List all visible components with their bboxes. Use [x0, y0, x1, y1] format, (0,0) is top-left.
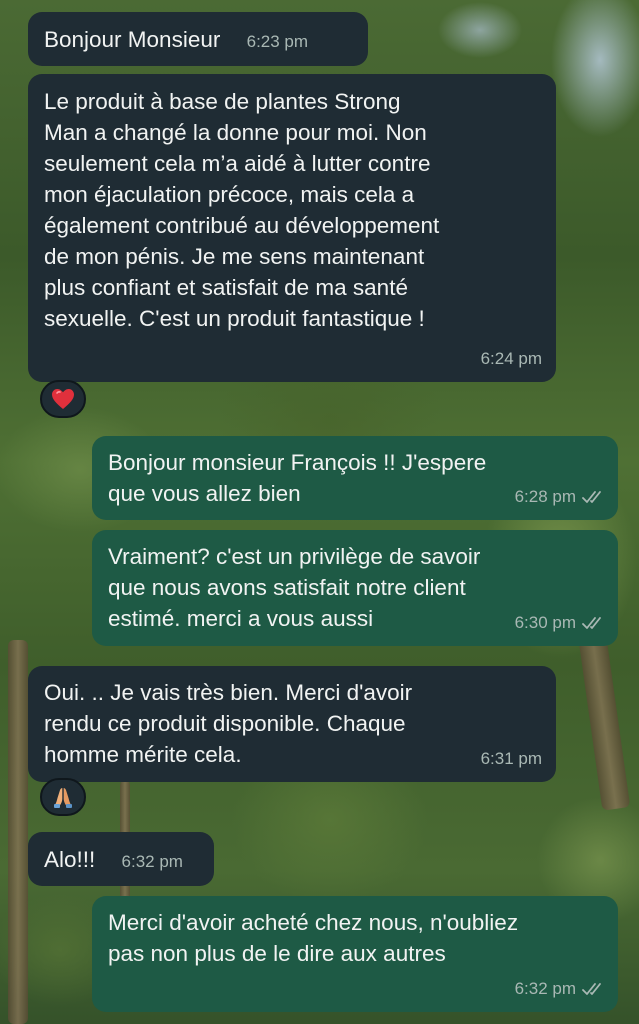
message-bubble-incoming[interactable]: Bonjour Monsieur 6:23 pm: [28, 12, 368, 66]
read-ticks-icon: [582, 616, 601, 629]
message-time: 6:28 pm: [514, 487, 576, 506]
message-time: 6:32 pm: [514, 979, 576, 998]
heart-emoji-icon: [52, 389, 74, 409]
message-bubble-incoming[interactable]: Oui. .. Je vais très bien. Merci d'avoir…: [28, 666, 556, 782]
read-ticks-icon: [582, 490, 601, 503]
message-bubble-outgoing[interactable]: Bonjour monsieur François !! J'espere qu…: [92, 436, 618, 520]
tree-trunk: [8, 640, 28, 1024]
read-ticks-icon: [582, 982, 601, 995]
folded-hands-emoji-icon: [54, 788, 72, 808]
message-text: Le produit à base de plantes Strong Man …: [44, 89, 440, 331]
message-time: 6:24 pm: [480, 349, 542, 368]
message-time: 6:32 pm: [121, 852, 183, 871]
message-bubble-incoming[interactable]: Le produit à base de plantes Strong Man …: [28, 74, 556, 382]
message-bubble-incoming[interactable]: Alo!!! 6:32 pm: [28, 832, 214, 886]
message-text: Merci d'avoir acheté chez nous, n'oublie…: [108, 910, 519, 966]
message-text: Oui. .. Je vais très bien. Merci d'avoir…: [44, 680, 413, 767]
message-time: 6:30 pm: [514, 613, 576, 632]
message-time: 6:31 pm: [480, 749, 542, 768]
reaction-badge[interactable]: [40, 380, 86, 418]
message-bubble-outgoing[interactable]: Vraiment? c'est un privilège de savoir q…: [92, 530, 618, 646]
message-text: Alo!!!: [44, 847, 96, 872]
reaction-badge[interactable]: [40, 778, 86, 816]
message-text: Bonjour Monsieur: [44, 27, 221, 52]
message-time: 6:23 pm: [246, 32, 309, 51]
message-bubble-outgoing[interactable]: Merci d'avoir acheté chez nous, n'oublie…: [92, 896, 618, 1012]
